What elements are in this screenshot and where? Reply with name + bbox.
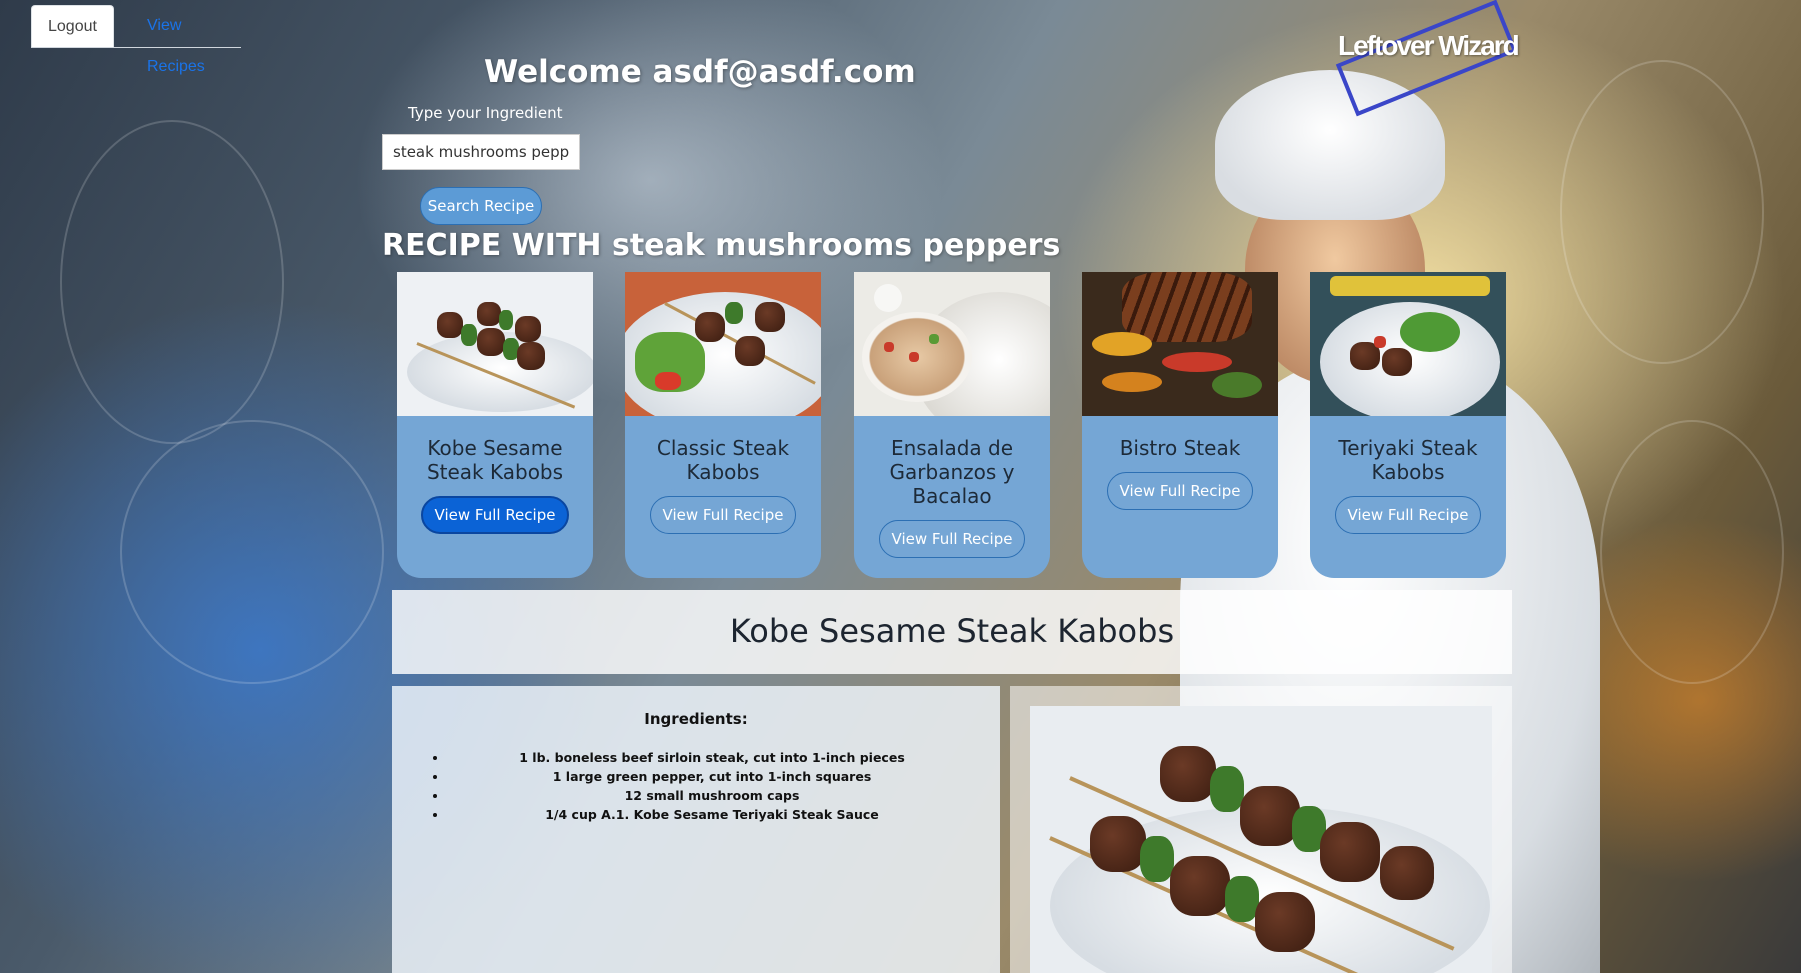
ingredient-item: 1 large green pepper, cut into 1-inch sq… (448, 767, 976, 786)
recipe-card: Bistro Steak View Full Recipe (1082, 272, 1278, 578)
recipe-image (854, 272, 1050, 416)
results-heading: RECIPE WITH steak mushrooms peppers (382, 228, 1061, 263)
view-full-recipe-button[interactable]: View Full Recipe (1334, 496, 1482, 534)
recipe-card-title: Ensalada de Garbanzos y Bacalao (889, 436, 1015, 508)
smoke-decoration (1560, 60, 1764, 364)
recipe-card: Ensalada de Garbanzos y Bacalao View Ful… (854, 272, 1050, 578)
recipe-card-title: Bistro Steak (1119, 436, 1241, 460)
recipe-detail-title: Kobe Sesame Steak Kabobs (729, 612, 1175, 650)
recipe-detail-image (1030, 706, 1492, 973)
recipe-image (1310, 272, 1506, 416)
recipe-image (625, 272, 821, 416)
recipe-card: Kobe Sesame Steak Kabobs View Full Recip… (397, 272, 593, 578)
recipe-card-title: Teriyaki Steak Kabobs (1338, 436, 1478, 484)
view-full-recipe-button[interactable]: View Full Recipe (878, 520, 1026, 558)
ingredient-label: Type your Ingredient (408, 104, 563, 122)
recipe-detail-image-panel (1010, 686, 1512, 973)
smoke-decoration (1600, 420, 1784, 684)
smoke-decoration (120, 420, 384, 684)
ingredient-item: 12 small mushroom caps (448, 786, 976, 805)
welcome-heading: Welcome asdf@asdf.com (484, 54, 916, 90)
logout-tab[interactable]: Logout (31, 5, 114, 47)
recipe-card-title: Classic Steak Kabobs (656, 436, 790, 484)
view-recipes-link[interactable]: View Recipes (131, 5, 241, 75)
recipe-detail-header: Kobe Sesame Steak Kabobs (392, 590, 1512, 674)
ingredient-item: 1 lb. boneless beef sirloin steak, cut i… (448, 748, 976, 767)
search-recipe-button[interactable]: Search Recipe (420, 187, 542, 225)
view-full-recipe-button[interactable]: View Full Recipe (420, 496, 570, 534)
ingredient-item: 1/4 cup A.1. Kobe Sesame Teriyaki Steak … (448, 805, 976, 824)
view-full-recipe-button[interactable]: View Full Recipe (1106, 472, 1254, 510)
favorite-icon (874, 284, 902, 312)
recipe-card: Teriyaki Steak Kabobs View Full Recipe (1310, 272, 1506, 578)
smoke-decoration (60, 120, 284, 444)
ingredients-heading: Ingredients: (644, 710, 748, 728)
top-nav: Logout View Recipes (31, 5, 241, 75)
view-full-recipe-button[interactable]: View Full Recipe (649, 496, 797, 534)
recipe-card: Classic Steak Kabobs View Full Recipe (625, 272, 821, 578)
ingredients-panel: Ingredients: 1 lb. boneless beef sirloin… (392, 686, 1000, 973)
ingredient-search-input[interactable] (382, 134, 580, 170)
recipe-image (1082, 272, 1278, 416)
app-logo: Leftover Wizard (1338, 30, 1520, 61)
recipe-card-title: Kobe Sesame Steak Kabobs (426, 436, 564, 484)
recipe-image (397, 272, 593, 416)
ingredients-list: 1 lb. boneless beef sirloin steak, cut i… (436, 748, 976, 824)
